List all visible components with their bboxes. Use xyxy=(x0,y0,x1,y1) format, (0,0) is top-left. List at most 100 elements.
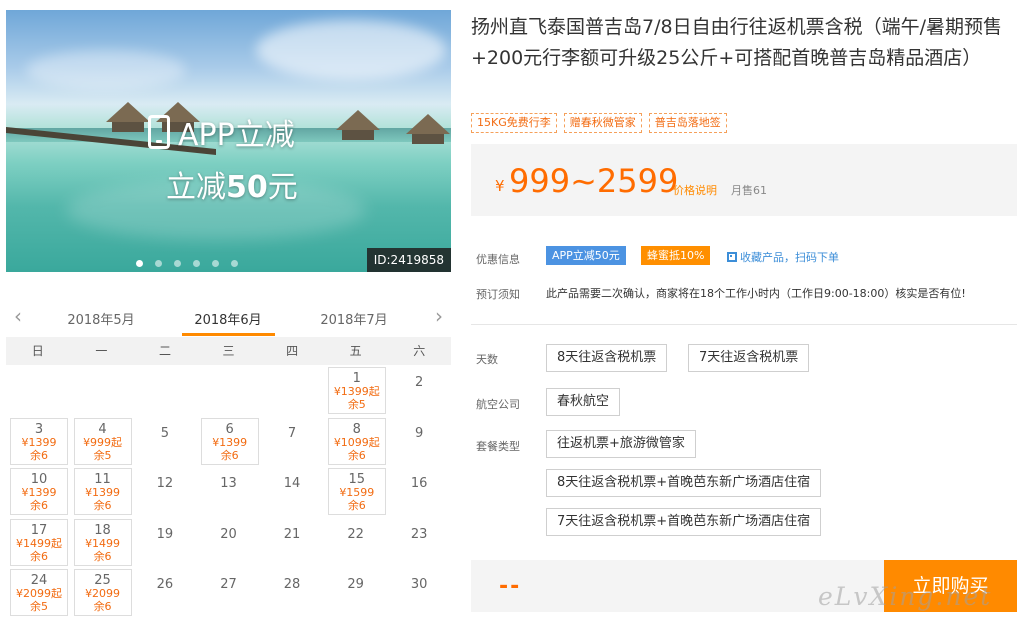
chevron-left-icon[interactable]: ‹ xyxy=(14,304,22,328)
calendar-day-number: 4 xyxy=(98,421,107,437)
weekday-label: 二 xyxy=(158,344,171,358)
calendar-day-price-box[interactable]: 1 ¥1399起 余5 xyxy=(327,367,386,414)
water-bungalow xyxy=(106,102,150,132)
weekday-label: 六 xyxy=(413,344,426,358)
month-tab-current[interactable]: 2018年6月 xyxy=(178,309,278,328)
carousel-dot[interactable] xyxy=(231,260,238,267)
calendar-day: 26 xyxy=(133,567,197,618)
calendar-day: 12 xyxy=(133,466,197,517)
option-package-8day-hotel[interactable]: 8天往返含税机票+首晚芭东新广场酒店住宿 xyxy=(546,469,822,497)
calendar-day: 7 xyxy=(260,416,324,467)
calendar-day-number: 6 xyxy=(225,421,234,437)
carousel-dot[interactable] xyxy=(136,260,143,267)
honey-discount-badge: 蜂蜜抵10% xyxy=(641,246,711,265)
calendar-day: 28 xyxy=(260,567,324,618)
water-bungalow xyxy=(336,110,380,140)
collect-scan-text: 收藏产品，扫码下单 xyxy=(740,251,839,264)
option-package-flight-butler[interactable]: 往返机票+旅游微管家 xyxy=(546,430,696,458)
calendar-week-row: 10 ¥1399 余6 11 ¥1399 余6 12 13 14 15 ¥1599 余6 16 xyxy=(6,466,451,517)
calendar-day-price-box[interactable]: 15 ¥1599 余6 xyxy=(327,468,386,515)
price-currency: ¥ xyxy=(495,177,505,195)
calendar-day-price-box[interactable]: 6 ¥1399 余6 xyxy=(200,417,259,465)
active-month-indicator xyxy=(182,333,275,336)
app-discount-banner: APP立减 xyxy=(148,110,295,154)
collect-scan-link[interactable]: 收藏产品，扫码下单 xyxy=(727,249,839,265)
calendar-day-price-box[interactable]: 24 ¥2099起 余5 xyxy=(10,569,68,616)
carousel-dots xyxy=(136,260,238,267)
package-label: 套餐类型 xyxy=(476,440,520,453)
calendar-day: 14 xyxy=(260,466,324,517)
calendar-day: 19 xyxy=(133,517,197,568)
month-tab-next[interactable]: 2018年7月 xyxy=(304,309,404,328)
total-price: -- xyxy=(499,574,522,599)
calendar-day-number: 13 xyxy=(220,476,237,491)
calendar-day-price-box[interactable]: 8 ¥1099起 余6 xyxy=(327,417,386,465)
calendar-day-number: 24 xyxy=(30,573,48,588)
product-hero-image[interactable]: APP立减 立减50元 ID:2419858 xyxy=(6,10,451,272)
weekday-label: 一 xyxy=(95,344,108,358)
app-discount-amount: 立减50元 xyxy=(166,170,298,205)
calendar-day-available: 1 ¥1399起 余5 xyxy=(324,365,388,416)
calendar-day-available: 15 ¥1599 余6 xyxy=(324,466,388,517)
water-bungalow xyxy=(406,114,450,144)
calendar-day-available: 6 ¥1399 余6 xyxy=(197,416,261,467)
days-label: 天数 xyxy=(476,353,498,366)
calendar-day-price-box[interactable]: 25 ¥2099 余6 xyxy=(73,569,132,616)
option-package-7day-hotel[interactable]: 7天往返含税机票+首晚芭东新广场酒店住宿 xyxy=(546,508,822,536)
chevron-right-icon[interactable]: › xyxy=(435,304,443,328)
calendar-day-seats-left: 余6 xyxy=(30,549,48,563)
calendar-day-number: 19 xyxy=(156,526,174,542)
calendar-week-row: 24 ¥2099起 余5 25 ¥2099 余6 26 27 28 29 30 xyxy=(6,567,451,618)
calendar-day-number: 9 xyxy=(415,425,424,441)
calendar-day-available: 3 ¥1399 余6 xyxy=(6,416,70,467)
carousel-dot[interactable] xyxy=(174,260,181,267)
price-panel: ¥ 999~2599 价格说明 月售61 xyxy=(471,144,1017,216)
calendar-day-seats-left: 余6 xyxy=(347,499,366,512)
calendar-day-price: ¥1399 xyxy=(212,435,248,449)
calendar-day-available: 10 ¥1399 余6 xyxy=(6,466,70,517)
calendar-day: 22 xyxy=(324,517,388,568)
calendar-day-price-box[interactable]: 3 ¥1399 余6 xyxy=(10,417,68,465)
calendar-day-price-box[interactable]: 4 ¥999起 余5 xyxy=(73,417,132,465)
calendar-day-number: 8 xyxy=(352,421,361,437)
product-tags: 15KG免费行李 赠春秋微管家 普吉岛落地签 xyxy=(471,113,727,133)
carousel-dot[interactable] xyxy=(155,260,162,267)
calendar-day-number: 11 xyxy=(94,472,111,487)
calendar-day-price: ¥1499 xyxy=(85,536,121,550)
calendar-day-price: ¥1099起 xyxy=(333,435,380,449)
calendar-day-number: 5 xyxy=(160,425,170,441)
calendar-day: 5 xyxy=(133,416,197,467)
calendar-day-price-box[interactable]: 10 ¥1399 余6 xyxy=(10,468,68,515)
calendar-day-number: 7 xyxy=(287,425,297,441)
calendar-day: 16 xyxy=(387,466,451,517)
calendar-day-price-box[interactable]: 17 ¥1499起 余6 xyxy=(10,518,68,566)
calendar-day-price-box[interactable]: 18 ¥1499 余6 xyxy=(73,518,132,566)
calendar-empty-cell xyxy=(260,365,324,416)
calendar-day-number: 3 xyxy=(34,421,44,437)
calendar-day-number: 25 xyxy=(94,573,111,588)
calendar-day-number: 16 xyxy=(410,476,428,491)
section-divider xyxy=(471,324,1017,325)
month-tab-prev[interactable]: 2018年5月 xyxy=(51,309,151,328)
option-airline-spring[interactable]: 春秋航空 xyxy=(546,388,621,416)
calendar-day-seats-left: 余5 xyxy=(347,398,366,411)
app-discount-badge: APP立减50元 xyxy=(546,246,626,265)
product-title: 扬州直飞泰国普吉岛7/8日自由行往返机票含税（端午/暑期预售+200元行李额可升… xyxy=(471,16,1002,69)
carousel-dot[interactable] xyxy=(193,260,200,267)
calendar-day-number: 12 xyxy=(156,476,174,491)
calendar-day-number: 29 xyxy=(347,577,364,592)
option-days-7[interactable]: 7天往返含税机票 xyxy=(688,344,810,372)
calendar-day: 13 xyxy=(197,466,261,517)
calendar-day-number: 23 xyxy=(410,526,428,542)
calendar-day-price: ¥1399 xyxy=(21,486,57,499)
option-days-8[interactable]: 8天往返含税机票 xyxy=(546,344,668,372)
weekday-label: 五 xyxy=(349,344,362,358)
calendar-day-price-box[interactable]: 11 ¥1399 余6 xyxy=(73,468,132,515)
price-explain-link[interactable]: 价格说明 xyxy=(673,182,717,198)
calendar-day: 2 xyxy=(387,365,451,416)
calendar-day-available: 18 ¥1499 余6 xyxy=(70,517,134,568)
carousel-dot[interactable] xyxy=(212,260,219,267)
calendar-day-price: ¥2099 xyxy=(85,587,121,600)
calendar-day-number: 30 xyxy=(410,577,428,592)
calendar-day-number: 28 xyxy=(283,577,301,592)
